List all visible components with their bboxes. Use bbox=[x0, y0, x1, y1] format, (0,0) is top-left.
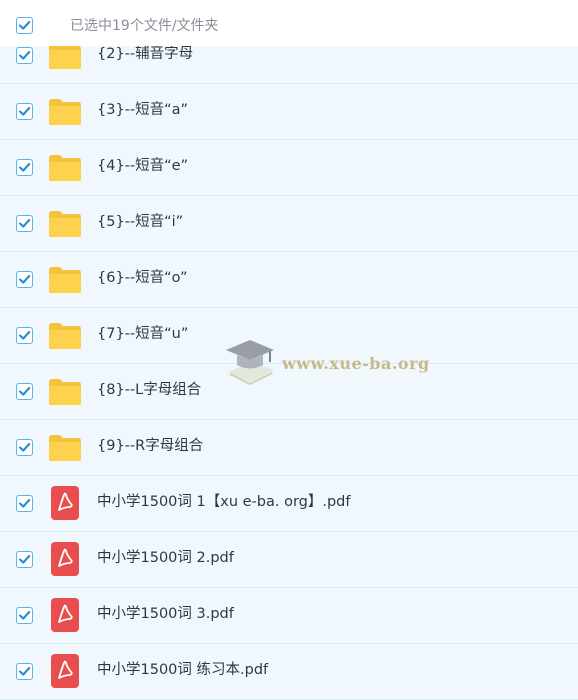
pdf-file-icon bbox=[51, 654, 79, 688]
item-checkbox[interactable] bbox=[16, 607, 33, 624]
item-checkbox[interactable] bbox=[16, 215, 33, 232]
folder-icon bbox=[49, 43, 81, 69]
list-item[interactable]: 中小学1500词 1【xu e-ba. org】.pdf bbox=[0, 476, 578, 532]
item-checkbox[interactable] bbox=[16, 47, 33, 64]
folder-icon bbox=[49, 99, 81, 125]
list-item[interactable]: {9}--R字母组合 bbox=[0, 420, 578, 476]
check-icon bbox=[18, 442, 31, 452]
item-name[interactable]: 中小学1500词 3.pdf bbox=[97, 604, 234, 624]
item-name[interactable]: {4}--短音“e” bbox=[97, 156, 188, 176]
item-checkbox[interactable] bbox=[16, 327, 33, 344]
select-all-checkbox[interactable] bbox=[16, 17, 33, 34]
list-item[interactable]: {3}--短音“a” bbox=[0, 84, 578, 140]
check-icon bbox=[18, 330, 31, 340]
folder-icon bbox=[49, 323, 81, 349]
selection-count-text: 已选中19个文件/文件夹 bbox=[70, 18, 219, 34]
selection-header: 已选中19个文件/文件夹 bbox=[0, 0, 578, 46]
pdf-file-icon bbox=[51, 542, 79, 576]
item-name[interactable]: {5}--短音“i” bbox=[97, 212, 183, 232]
item-name[interactable]: {6}--短音“o” bbox=[97, 268, 188, 288]
check-icon bbox=[18, 106, 31, 116]
check-icon bbox=[18, 218, 31, 228]
list-item[interactable]: 中小学1500词 练习本.pdf bbox=[0, 644, 578, 700]
item-name[interactable]: {9}--R字母组合 bbox=[97, 436, 203, 456]
pdf-file-icon bbox=[51, 486, 79, 520]
folder-icon bbox=[49, 435, 81, 461]
check-icon bbox=[18, 498, 31, 508]
item-checkbox[interactable] bbox=[16, 103, 33, 120]
item-checkbox[interactable] bbox=[16, 495, 33, 512]
check-icon bbox=[18, 20, 31, 30]
graduation-cap-icon bbox=[226, 340, 274, 386]
check-icon bbox=[18, 554, 31, 564]
item-name[interactable]: 中小学1500词 2.pdf bbox=[97, 548, 234, 568]
item-name[interactable]: {3}--短音“a” bbox=[97, 100, 188, 120]
check-icon bbox=[18, 610, 31, 620]
list-item[interactable]: {4}--短音“e” bbox=[0, 140, 578, 196]
check-icon bbox=[18, 666, 31, 676]
site-watermark: www.xue-ba.org bbox=[222, 334, 429, 394]
item-checkbox[interactable] bbox=[16, 551, 33, 568]
item-checkbox[interactable] bbox=[16, 663, 33, 680]
item-name[interactable]: 中小学1500词 1【xu e-ba. org】.pdf bbox=[97, 492, 350, 512]
item-name[interactable]: {2}--辅音字母 bbox=[97, 44, 193, 64]
item-name[interactable]: {8}--L字母组合 bbox=[97, 380, 201, 400]
item-checkbox[interactable] bbox=[16, 383, 33, 400]
watermark-text: www.xue-ba.org bbox=[282, 354, 430, 373]
list-item[interactable]: 中小学1500词 2.pdf bbox=[0, 532, 578, 588]
list-item[interactable]: {5}--短音“i” bbox=[0, 196, 578, 252]
list-item[interactable]: {6}--短音“o” bbox=[0, 252, 578, 308]
item-checkbox[interactable] bbox=[16, 271, 33, 288]
list-item[interactable]: 中小学1500词 3.pdf bbox=[0, 588, 578, 644]
item-checkbox[interactable] bbox=[16, 159, 33, 176]
item-checkbox[interactable] bbox=[16, 439, 33, 456]
check-icon bbox=[18, 162, 31, 172]
check-icon bbox=[18, 274, 31, 284]
folder-icon bbox=[49, 211, 81, 237]
check-icon bbox=[18, 50, 31, 60]
pdf-file-icon bbox=[51, 598, 79, 632]
item-name[interactable]: {7}--短音“u” bbox=[97, 324, 188, 344]
check-icon bbox=[18, 386, 31, 396]
item-name[interactable]: 中小学1500词 练习本.pdf bbox=[97, 660, 268, 680]
folder-icon bbox=[49, 267, 81, 293]
folder-icon bbox=[49, 379, 81, 405]
folder-icon bbox=[49, 155, 81, 181]
